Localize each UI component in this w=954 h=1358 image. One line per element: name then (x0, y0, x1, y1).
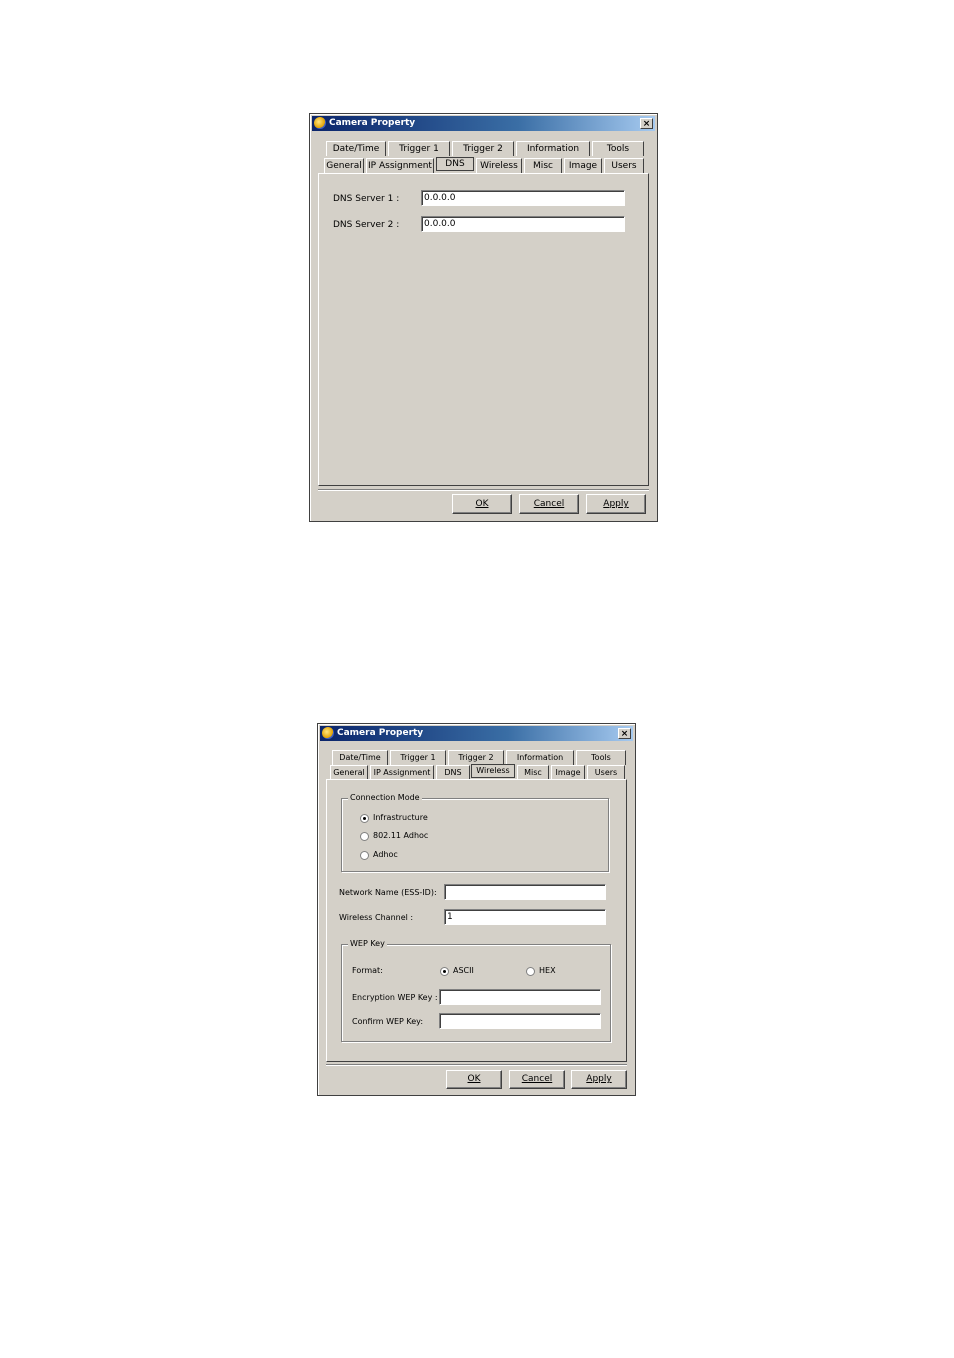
title-bar: Camera Property × (312, 116, 655, 131)
network-name-label: Network Name (ESS-ID): (339, 888, 437, 897)
wireless-tab-panel: Connection Mode Infrastructure 802.11 Ad… (326, 779, 627, 1062)
close-button[interactable]: × (618, 728, 631, 739)
apply-button[interactable]: Apply (571, 1070, 627, 1089)
camera-app-icon (314, 117, 326, 129)
tab-tools[interactable]: Tools (592, 141, 644, 156)
tab-wireless[interactable]: Wireless (476, 158, 522, 173)
cancel-button[interactable]: Cancel (509, 1070, 565, 1089)
tab-misc[interactable]: Misc (524, 158, 562, 173)
cancel-button[interactable]: Cancel (519, 494, 579, 514)
infrastructure-radio[interactable] (360, 814, 369, 823)
apply-button[interactable]: Apply (586, 494, 646, 514)
80211-adhoc-radio[interactable] (360, 832, 369, 841)
encryption-wep-key-input[interactable] (439, 989, 601, 1005)
tab-general[interactable]: General (330, 765, 368, 780)
dns-tab-panel: DNS Server 1 : 0.0.0.0 DNS Server 2 : 0.… (318, 173, 649, 486)
wireless-channel-label: Wireless Channel : (339, 913, 414, 922)
tab-information[interactable]: Information (516, 141, 590, 156)
tab-information[interactable]: Information (506, 750, 574, 765)
ok-button[interactable]: OK (446, 1070, 502, 1089)
tab-date-time[interactable]: Date/Time (332, 750, 388, 765)
wep-key-group: WEP Key Format: ASCII HEX Encryption WEP… (341, 939, 611, 1042)
tab-tools[interactable]: Tools (576, 750, 626, 765)
tab-misc[interactable]: Misc (517, 765, 549, 780)
tab-image[interactable]: Image (564, 158, 602, 173)
tab-dns[interactable]: DNS (436, 765, 470, 780)
dialog-title: Camera Property (337, 728, 424, 738)
network-name-input[interactable] (444, 884, 606, 900)
tab-image[interactable]: Image (551, 765, 585, 780)
tab-trigger-2[interactable]: Trigger 2 (452, 141, 514, 156)
dns-server-1-input[interactable]: 0.0.0.0 (421, 190, 625, 206)
confirm-wep-key-label: Confirm WEP Key: (352, 1017, 424, 1026)
tab-date-time[interactable]: Date/Time (326, 141, 386, 156)
tab-general[interactable]: General (324, 158, 364, 173)
dns-server-2-input[interactable]: 0.0.0.0 (421, 216, 625, 232)
hex-radio[interactable] (526, 967, 535, 976)
camera-app-icon (322, 727, 334, 739)
title-bar: Camera Property × (320, 726, 633, 741)
tab-users[interactable]: Users (587, 765, 625, 780)
adhoc-radio[interactable] (360, 851, 369, 860)
connection-mode-group: Connection Mode Infrastructure 802.11 Ad… (341, 793, 609, 872)
adhoc-label: Adhoc (373, 850, 398, 859)
close-button[interactable]: × (640, 118, 653, 129)
ok-button[interactable]: OK (452, 494, 512, 514)
dns-server-2-label: DNS Server 2 : (333, 220, 400, 230)
ascii-label: ASCII (453, 966, 474, 975)
encryption-wep-key-label: Encryption WEP Key : (352, 993, 438, 1002)
tab-ip-assignment[interactable]: IP Assignment (366, 158, 434, 173)
tab-trigger-1[interactable]: Trigger 1 (388, 141, 450, 156)
camera-property-dialog-wireless: Camera Property × Date/Time Trigger 1 Tr… (317, 723, 636, 1096)
tab-users[interactable]: Users (604, 158, 644, 173)
80211-adhoc-label: 802.11 Adhoc (373, 831, 429, 840)
tab-trigger-2[interactable]: Trigger 2 (448, 750, 504, 765)
confirm-wep-key-input[interactable] (439, 1013, 601, 1029)
tab-dns[interactable]: DNS (436, 157, 474, 171)
wireless-channel-input[interactable]: 1 (444, 909, 606, 925)
format-label: Format: (352, 966, 383, 975)
connection-mode-label: Connection Mode (348, 793, 422, 802)
dns-server-1-label: DNS Server 1 : (333, 194, 400, 204)
tab-wireless[interactable]: Wireless (471, 764, 515, 778)
wep-key-label: WEP Key (348, 939, 387, 948)
tab-ip-assignment[interactable]: IP Assignment (370, 765, 434, 780)
camera-property-dialog-dns: Camera Property × Date/Time Trigger 1 Tr… (309, 113, 658, 522)
hex-label: HEX (539, 966, 556, 975)
button-separator (326, 1064, 627, 1066)
button-separator (318, 489, 649, 491)
tab-trigger-1[interactable]: Trigger 1 (390, 750, 446, 765)
dialog-title: Camera Property (329, 118, 416, 128)
infrastructure-label: Infrastructure (373, 813, 428, 822)
ascii-radio[interactable] (440, 967, 449, 976)
